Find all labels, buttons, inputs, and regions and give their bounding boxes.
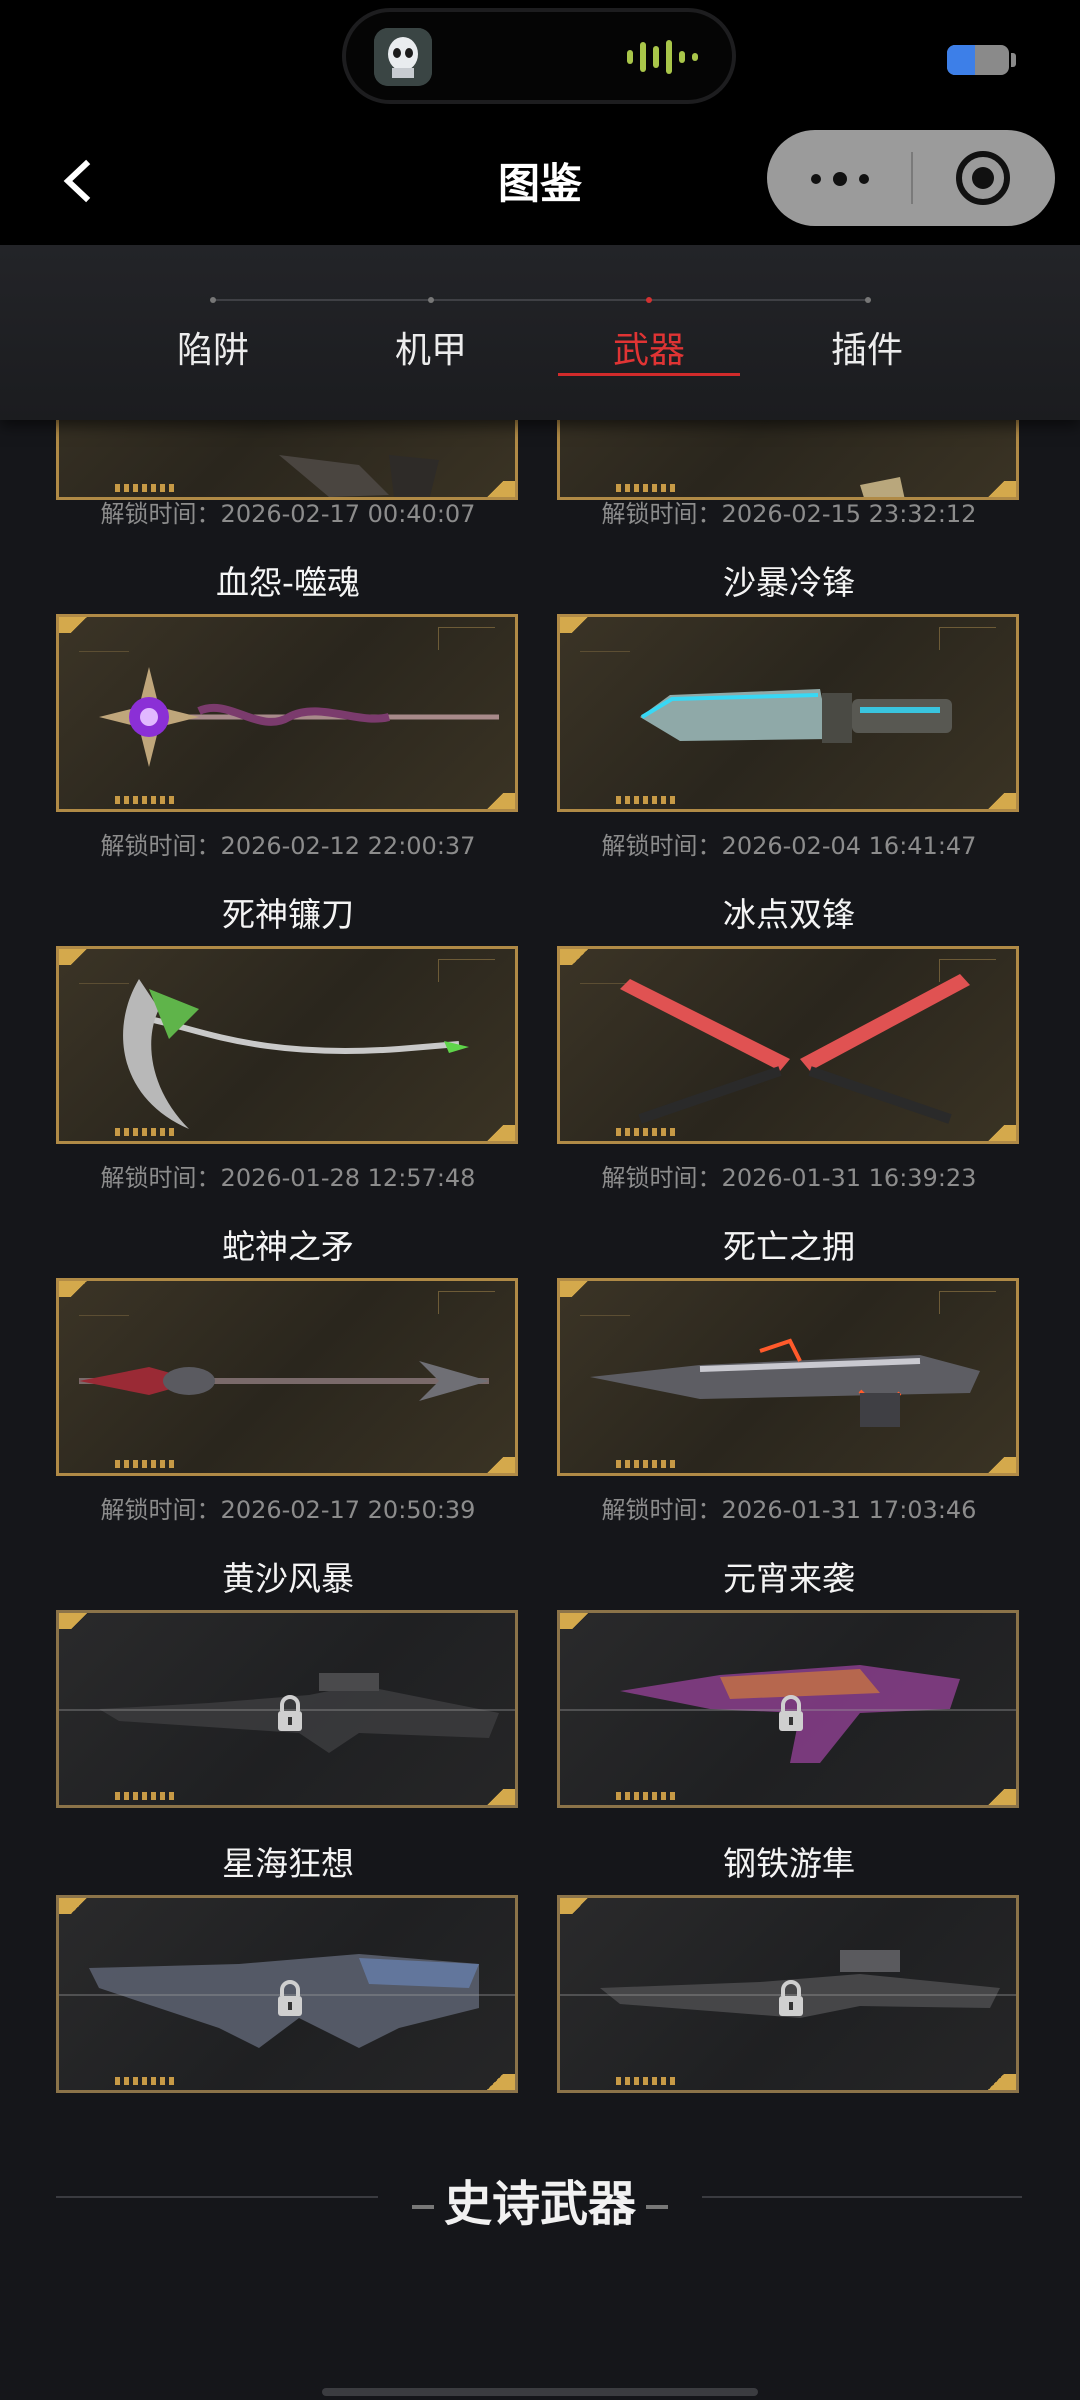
audio-wave-icon <box>627 40 698 74</box>
tab-plugins[interactable]: 插件 <box>777 321 957 373</box>
target-circle-icon <box>956 151 1010 205</box>
weapon-image <box>640 689 952 743</box>
tab-traps[interactable]: 陷阱 <box>123 321 303 373</box>
weapon-image <box>99 667 499 767</box>
locked-weapon-card[interactable] <box>56 1610 518 1808</box>
weapon-image <box>79 1361 489 1401</box>
section-title: 史诗武器 <box>0 2164 1080 2234</box>
three-dots-icon <box>811 174 821 184</box>
weapon-name: 元宵来袭 <box>723 1559 855 1598</box>
weapon-card[interactable] <box>56 1278 518 1476</box>
weapon-name: 星海狂想 <box>222 1844 354 1883</box>
locked-weapon-card[interactable] <box>56 1895 518 2093</box>
tab-mecha[interactable]: 机甲 <box>341 321 521 373</box>
weapon-name: 死亡之拥 <box>723 1227 855 1266</box>
weapon-card[interactable] <box>56 946 518 1144</box>
more-button[interactable] <box>767 130 911 226</box>
active-tab-indicator <box>558 373 740 376</box>
weapon-gallery: 解锁时间：2026-02-17 00:40:07 解锁时间：2026-02-15… <box>0 420 1080 2400</box>
category-tab-bar: 陷阱 机甲 武器 插件 <box>0 245 1080 420</box>
weapon-name: 沙暴冷锋 <box>723 563 855 602</box>
unlock-time: 解锁时间：2026-02-04 16:41:47 <box>601 832 977 860</box>
weapon-image <box>123 979 469 1129</box>
unlock-time: 解锁时间：2026-01-28 12:57:48 <box>100 1164 476 1192</box>
unlock-time: 解锁时间：2026-02-17 20:50:39 <box>100 1496 476 1524</box>
weapon-name: 血怨-噬魂 <box>216 563 360 602</box>
weapon-name: 冰点双锋 <box>723 895 855 934</box>
mini-program-capsule <box>767 130 1055 226</box>
status-bar <box>0 0 1080 120</box>
weapon-image <box>620 974 970 1124</box>
lock-icon <box>779 1980 803 2016</box>
locked-weapon-card[interactable] <box>557 1610 1019 1808</box>
weapon-name: 蛇神之矛 <box>222 1227 354 1266</box>
weapon-card[interactable] <box>557 420 1019 500</box>
dynamic-island[interactable] <box>342 8 736 104</box>
lock-icon <box>779 1695 803 1731</box>
unlock-time: 解锁时间：2026-01-31 17:03:46 <box>601 1496 977 1524</box>
unlock-time: 解锁时间：2026-02-15 23:32:12 <box>601 500 977 528</box>
unlock-time: 解锁时间：2026-02-12 22:00:37 <box>100 832 476 860</box>
locked-weapon-card[interactable] <box>557 1895 1019 2093</box>
weapon-card[interactable] <box>557 946 1019 1144</box>
app-avatar-icon <box>374 28 432 86</box>
weapon-image <box>860 477 905 497</box>
weapon-card[interactable] <box>56 614 518 812</box>
weapon-name: 黄沙风暴 <box>222 1559 354 1598</box>
weapon-card[interactable] <box>557 614 1019 812</box>
close-button[interactable] <box>913 130 1055 226</box>
navigation-bar: 图鉴 <box>0 120 1080 245</box>
weapon-image <box>279 455 439 497</box>
weapon-card[interactable] <box>557 1278 1019 1476</box>
battery-icon <box>947 45 1009 75</box>
lock-icon <box>278 1980 302 2016</box>
unlock-time: 解锁时间：2026-02-17 00:40:07 <box>100 500 476 528</box>
weapon-name: 死神镰刀 <box>222 895 354 934</box>
weapon-card[interactable] <box>56 420 518 500</box>
home-indicator[interactable] <box>322 2388 758 2396</box>
lock-icon <box>278 1695 302 1731</box>
weapon-name: 钢铁游隼 <box>723 1844 855 1883</box>
unlock-time: 解锁时间：2026-01-31 16:39:23 <box>601 1164 977 1192</box>
weapon-image <box>590 1338 980 1427</box>
tab-weapons[interactable]: 武器 <box>559 321 739 373</box>
